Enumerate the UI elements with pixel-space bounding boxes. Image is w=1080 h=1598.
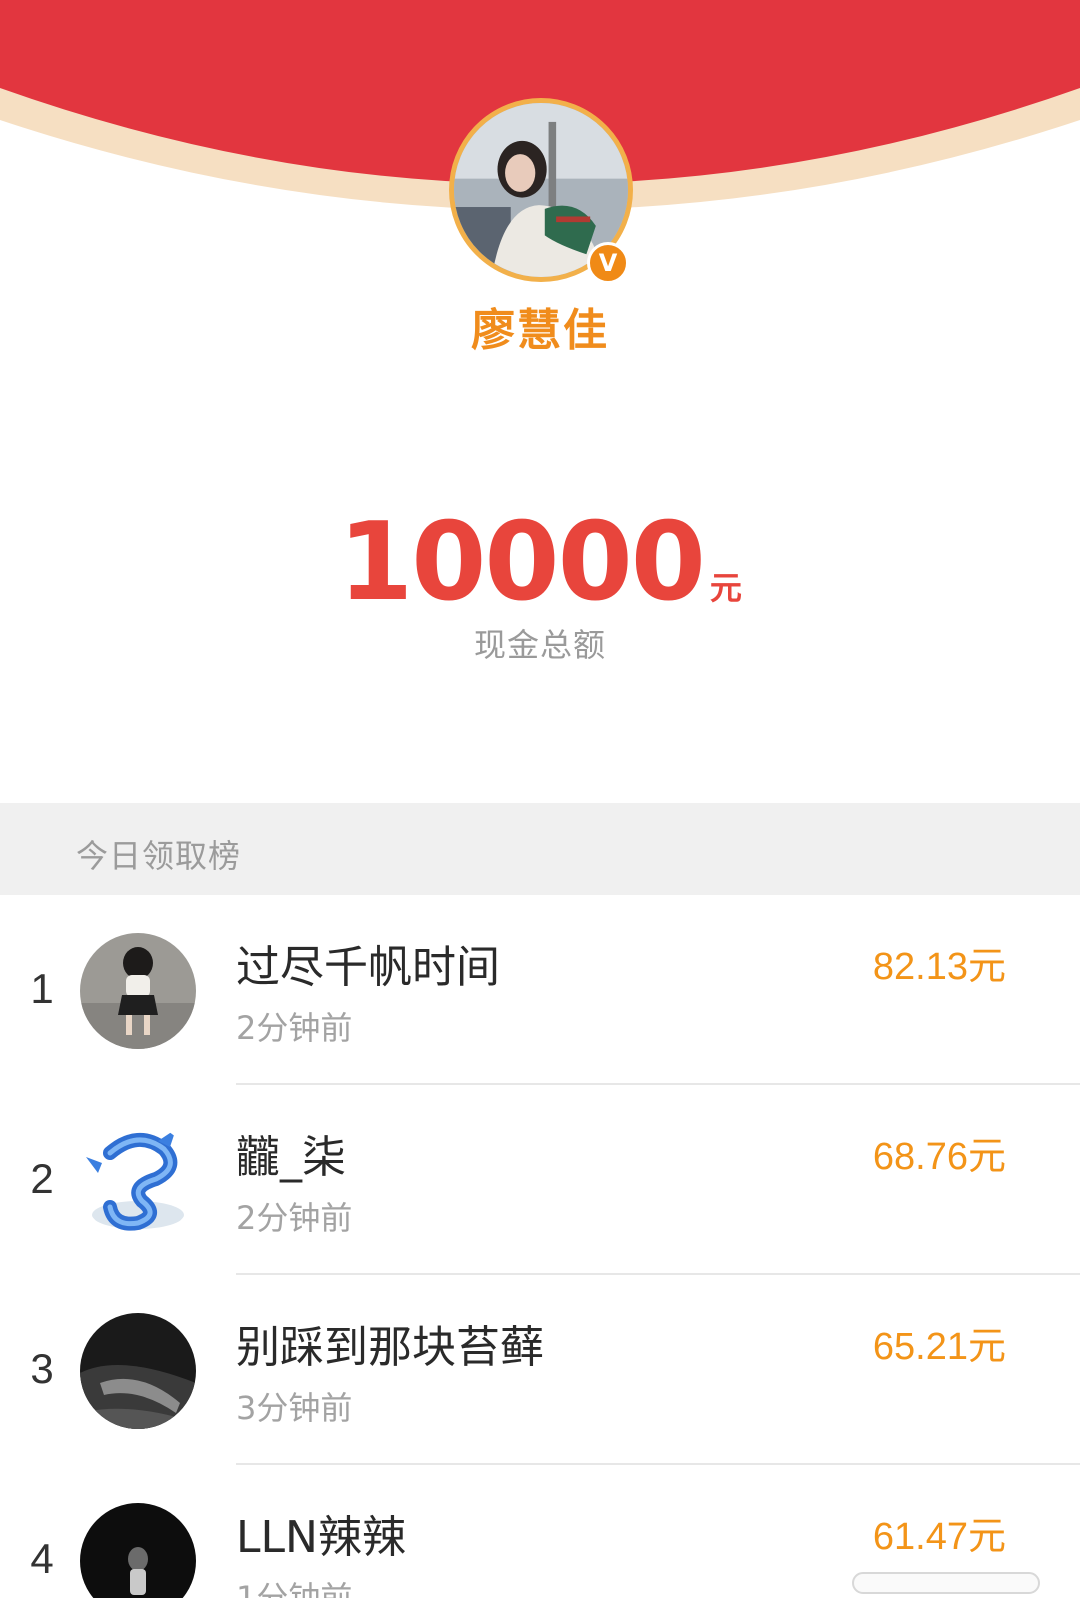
ranking-list: 1 过尽千帆时间 2分钟前 82.13元 2 龖_柒 2分钟前 68.76元 3…	[0, 895, 1080, 1598]
user-name: LLN辣辣	[236, 1512, 406, 1563]
host-name: 廖慧佳	[471, 305, 609, 356]
total-amount-value: 10000	[338, 500, 706, 625]
verified-v-icon: V	[587, 242, 629, 284]
rank-number: 4	[30, 1535, 54, 1582]
user-name: 别踩到那块苔藓	[236, 1322, 544, 1373]
user-avatar[interactable]	[80, 933, 196, 1049]
blue-dragon-icon	[80, 1123, 196, 1239]
avatar-photo-icon	[80, 933, 196, 1049]
total-amount: 10000 元	[0, 500, 1080, 625]
total-amount-unit: 元	[709, 569, 742, 607]
user-avatar[interactable]	[80, 1313, 196, 1429]
rank-number: 3	[30, 1345, 54, 1392]
list-item[interactable]: 2 龖_柒 2分钟前 68.76元	[0, 1085, 1080, 1275]
user-avatar[interactable]	[80, 1503, 196, 1598]
claim-time: 2分钟前	[236, 1199, 353, 1237]
ranking-header: 今日领取榜	[0, 803, 1080, 895]
dark-photo-icon	[80, 1313, 196, 1429]
total-amount-caption: 现金总额	[473, 626, 606, 664]
rank-number: 1	[30, 965, 54, 1012]
claim-amount: 65.21元	[872, 1326, 1006, 1368]
ranking-title: 今日领取榜	[76, 837, 242, 875]
list-item[interactable]: 3 别踩到那块苔藓 3分钟前 65.21元	[0, 1275, 1080, 1465]
list-item[interactable]: 1 过尽千帆时间 2分钟前 82.13元	[0, 895, 1080, 1085]
user-avatar[interactable]	[80, 1123, 196, 1239]
user-name: 龖_柒	[236, 1132, 346, 1183]
claim-time: 3分钟前	[236, 1389, 353, 1427]
claim-time: 1分钟前	[236, 1579, 353, 1598]
user-name: 过尽千帆时间	[236, 942, 500, 993]
claim-amount: 61.47元	[872, 1516, 1006, 1558]
red-packet-page: V 廖慧佳 10000 元 现金总额 今日领取榜 1 过尽千帆时间 2分钟前 8…	[0, 0, 1080, 1598]
rank-number: 2	[30, 1155, 54, 1202]
scroll-indicator	[852, 1572, 1040, 1594]
claim-amount: 68.76元	[872, 1136, 1006, 1178]
claim-time: 2分钟前	[236, 1009, 353, 1047]
claim-amount: 82.13元	[872, 946, 1006, 988]
night-photo-icon	[80, 1503, 196, 1598]
